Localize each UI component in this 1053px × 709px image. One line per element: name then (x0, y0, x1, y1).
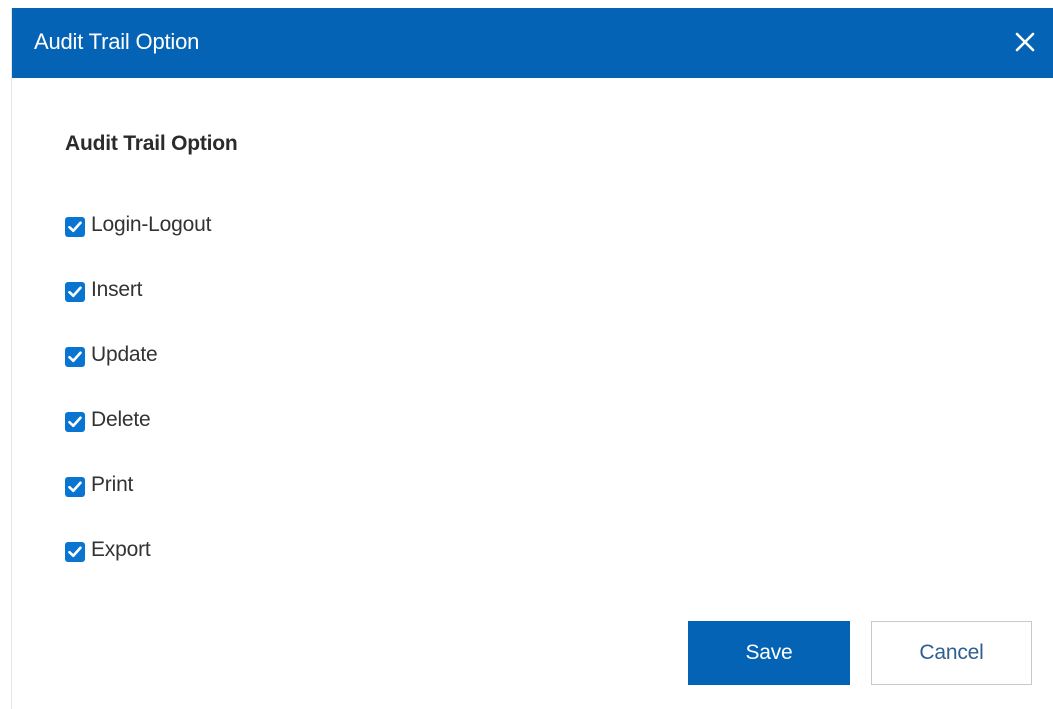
section-title: Audit Trail Option (65, 132, 238, 155)
close-icon (1015, 32, 1035, 52)
print-checkbox[interactable] (65, 477, 85, 497)
checkmark-icon (68, 351, 82, 363)
dialog-header: Audit Trail Option (12, 8, 1053, 78)
option-label: Update (91, 343, 158, 366)
close-button[interactable] (1008, 25, 1042, 59)
option-update[interactable]: Update (65, 334, 211, 399)
option-label: Login-Logout (91, 213, 212, 236)
checkmark-icon (68, 221, 82, 233)
login-logout-checkbox[interactable] (65, 217, 85, 237)
option-label: Export (91, 538, 151, 561)
audit-options-list: Login-Logout Insert Update Delete Print (65, 204, 211, 594)
save-button[interactable]: Save (688, 621, 850, 685)
insert-checkbox[interactable] (65, 282, 85, 302)
option-login-logout[interactable]: Login-Logout (65, 204, 211, 269)
option-delete[interactable]: Delete (65, 399, 211, 464)
cancel-button[interactable]: Cancel (871, 621, 1032, 685)
update-checkbox[interactable] (65, 347, 85, 367)
checkmark-icon (68, 416, 82, 428)
audit-trail-dialog: Audit Trail Option Audit Trail Option Lo… (11, 8, 1053, 709)
checkmark-icon (68, 286, 82, 298)
option-export[interactable]: Export (65, 529, 211, 594)
checkmark-icon (68, 481, 82, 493)
dialog-title: Audit Trail Option (34, 29, 200, 54)
delete-checkbox[interactable] (65, 412, 85, 432)
export-checkbox[interactable] (65, 542, 85, 562)
checkmark-icon (68, 546, 82, 558)
option-insert[interactable]: Insert (65, 269, 211, 334)
option-label: Delete (91, 408, 151, 431)
option-label: Print (91, 473, 134, 496)
option-print[interactable]: Print (65, 464, 211, 529)
option-label: Insert (91, 278, 143, 301)
